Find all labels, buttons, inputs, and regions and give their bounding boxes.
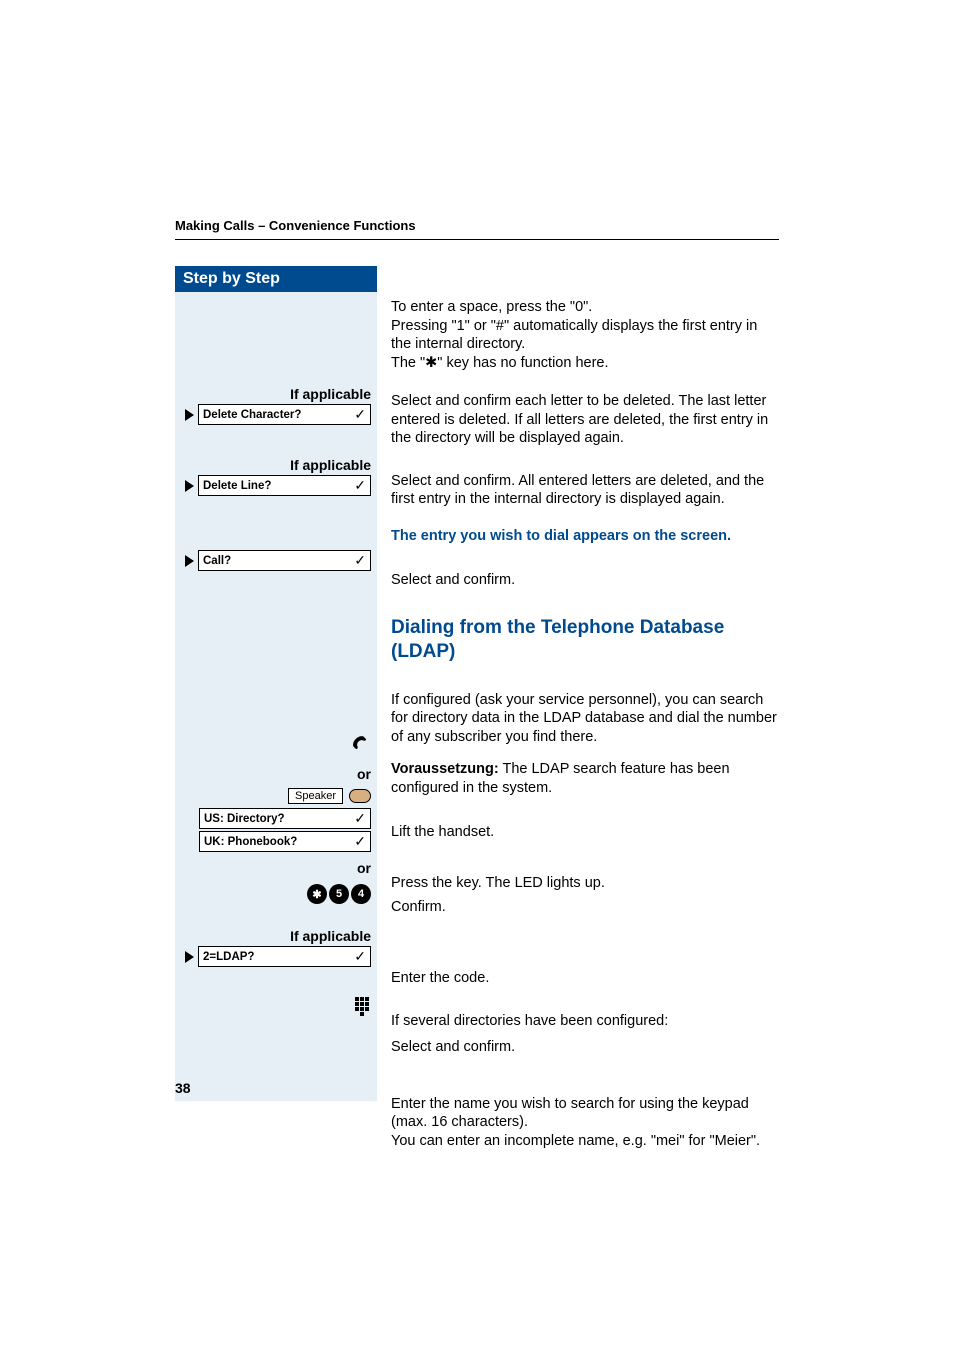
body-text: Voraussetzung: The LDAP search feature h… (391, 760, 779, 797)
check-icon: ✓ (354, 477, 366, 494)
play-marker-icon (185, 951, 194, 963)
body-text: Press the key. The LED lights up. (391, 874, 779, 893)
check-icon: ✓ (354, 833, 366, 850)
running-header: Making Calls – Convenience Functions (175, 218, 779, 233)
play-marker-icon (185, 555, 194, 567)
keypad-icon (355, 997, 371, 1015)
body-text: Select and confirm each letter to be del… (391, 392, 779, 448)
body-text: To enter a space, press the "0". (391, 298, 779, 317)
menu-delete-line[interactable]: Delete Line? ✓ (175, 473, 377, 498)
menu-label: Delete Line? (203, 480, 271, 492)
menu-uk-phonebook[interactable]: UK: Phonebook? ✓ (199, 831, 371, 852)
body-text: Enter the code. (391, 969, 779, 988)
menu-us-directory[interactable]: US: Directory? ✓ (199, 808, 371, 829)
body-text: You can enter an incomplete name, e.g. "… (391, 1132, 779, 1151)
key-label: Speaker (288, 788, 343, 804)
step-sidebar: Step by Step If applicable Delete Charac… (175, 266, 377, 1101)
key-4[interactable]: 4 (351, 884, 371, 904)
body-text: Select and confirm. (391, 571, 779, 590)
check-icon: ✓ (354, 948, 366, 965)
header-rule (175, 239, 779, 240)
step-by-step-header: Step by Step (175, 266, 377, 292)
inline-heading: The entry you wish to dial appears on th… (391, 527, 779, 546)
body-text: Lift the handset. (391, 823, 779, 842)
section-heading-ldap: Dialing from the Telephone Database (LDA… (391, 616, 779, 665)
check-icon: ✓ (354, 406, 366, 423)
menu-label: Call? (203, 555, 231, 567)
speaker-key[interactable]: Speaker (175, 786, 377, 806)
menu-ldap[interactable]: 2=LDAP? ✓ (175, 944, 377, 969)
page-number: 38 (175, 1080, 191, 1096)
or-label: or (175, 856, 377, 880)
menu-label: US: Directory? (204, 813, 285, 825)
menu-label: 2=LDAP? (203, 951, 254, 963)
play-marker-icon (185, 409, 194, 421)
handset-icon (349, 733, 371, 756)
play-marker-icon (185, 480, 194, 492)
check-icon: ✓ (354, 810, 366, 827)
instruction-column: To enter a space, press the "0". Pressin… (377, 266, 779, 1150)
menu-label: UK: Phonebook? (204, 836, 297, 848)
code-keys: ✱ 5 4 (175, 880, 377, 908)
key-5[interactable]: 5 (329, 884, 349, 904)
body-text: Confirm. (391, 898, 779, 917)
if-applicable-label: If applicable (175, 380, 377, 402)
body-text: Select and confirm. All entered letters … (391, 472, 779, 509)
check-icon: ✓ (354, 552, 366, 569)
if-applicable-label: If applicable (175, 451, 377, 473)
body-text: The "✱" key has no function here. (391, 354, 779, 373)
body-text: Pressing "1" or "#" automatically displa… (391, 317, 779, 354)
body-text: If configured (ask your service personne… (391, 691, 779, 747)
body-text: Enter the name you wish to search for us… (391, 1095, 779, 1132)
body-text: If several directories have been configu… (391, 1012, 779, 1031)
menu-label: Delete Character? (203, 409, 301, 421)
menu-call[interactable]: Call? ✓ (175, 548, 377, 573)
menu-delete-character[interactable]: Delete Character? ✓ (175, 402, 377, 427)
voraussetzung-label: Voraussetzung: (391, 761, 499, 777)
key-star[interactable]: ✱ (307, 884, 327, 904)
if-applicable-label: If applicable (175, 922, 377, 944)
oval-button-icon (349, 789, 371, 803)
body-text: Select and confirm. (391, 1038, 779, 1057)
or-label: or (175, 762, 377, 786)
